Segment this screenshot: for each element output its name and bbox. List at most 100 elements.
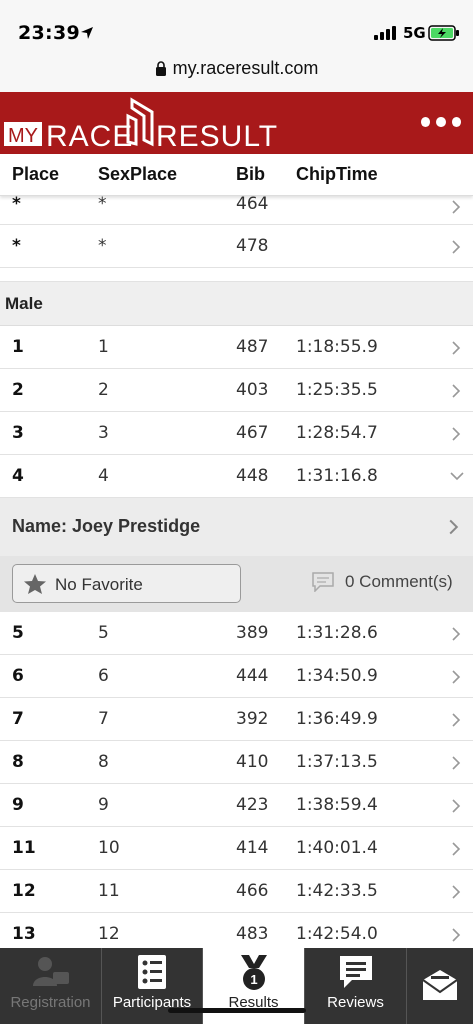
svg-text:RACE: RACE — [46, 120, 133, 152]
chevron-right-icon — [452, 799, 461, 813]
row-sexplace: 1 — [98, 337, 109, 357]
row-sexplace: 9 — [98, 795, 109, 815]
chevron-right-icon — [452, 427, 461, 441]
star-icon — [24, 574, 46, 594]
comment-icon[interactable] — [312, 572, 334, 592]
battery-charging-icon — [428, 25, 459, 41]
row-sexplace: 4 — [98, 466, 109, 486]
svg-text:1: 1 — [250, 972, 257, 987]
chevron-right-icon — [452, 200, 461, 214]
col-place[interactable]: Place — [12, 164, 59, 185]
col-chiptime[interactable]: ChipTime — [296, 164, 378, 185]
location-arrow-icon — [81, 27, 93, 39]
group-header-male: Male — [0, 282, 473, 326]
row-bib: 487 — [236, 337, 269, 357]
row-chiptime: 1:38:59.4 — [296, 795, 378, 815]
svg-text:RESULT: RESULT — [156, 120, 278, 152]
registration-icon — [32, 957, 69, 986]
chevron-right-icon — [452, 341, 461, 355]
row-chiptime: 1:31:16.8 — [296, 466, 378, 486]
comments-count[interactable]: 0 Comment(s) — [345, 572, 453, 592]
row-bib: 423 — [236, 795, 269, 815]
url-bar[interactable]: my.raceresult.com — [0, 52, 473, 92]
row-place: 11 — [12, 838, 36, 858]
row-sexplace: 8 — [98, 752, 109, 772]
row-chiptime: 1:40:01.4 — [296, 838, 378, 858]
participant-actions: No Favorite 0 Comment(s) — [0, 556, 473, 612]
row-place: * — [12, 194, 21, 214]
col-sexplace[interactable]: SexPlace — [98, 164, 177, 185]
tab-registration[interactable]: Registration — [0, 948, 102, 1024]
row-bib: 466 — [236, 881, 269, 901]
table-row[interactable]: * * 464 — [0, 194, 473, 225]
participants-icon — [138, 955, 166, 989]
row-bib: 414 — [236, 838, 269, 858]
row-chiptime: 1:28:54.7 — [296, 423, 378, 443]
table-row[interactable]: 8 8 410 1:37:13.5 — [0, 741, 473, 784]
network-type: 5G — [403, 24, 426, 42]
row-sexplace: 11 — [98, 881, 120, 901]
row-sexplace: 7 — [98, 709, 109, 729]
table-row[interactable]: 9 9 423 1:38:59.4 — [0, 784, 473, 827]
row-chiptime: 1:42:33.5 — [296, 881, 378, 901]
table-row[interactable]: 1 1 487 1:18:55.9 — [0, 326, 473, 369]
mail-icon — [422, 970, 458, 1000]
brand-header: MY RACE RESULT — [0, 92, 473, 154]
row-sexplace: * — [98, 236, 107, 256]
participant-name: Name: Joey Prestidge — [12, 516, 201, 536]
table-row[interactable]: * * 478 — [0, 225, 473, 268]
row-bib: 448 — [236, 466, 269, 486]
row-bib: 483 — [236, 924, 269, 944]
row-sexplace: 3 — [98, 423, 109, 443]
row-place: 9 — [12, 795, 24, 815]
row-bib: 389 — [236, 623, 269, 643]
status-bar: 23:39 5G — [0, 0, 473, 52]
row-chiptime: 1:36:49.9 — [296, 709, 378, 729]
group-spacer — [0, 268, 473, 282]
row-place: 13 — [12, 924, 36, 944]
row-sexplace: 5 — [98, 623, 109, 643]
row-bib: 403 — [236, 380, 269, 400]
table-row[interactable]: 2 2 403 1:25:35.5 — [0, 369, 473, 412]
chevron-right-icon — [452, 240, 461, 254]
row-chiptime: 1:34:50.9 — [296, 666, 378, 686]
row-place: 7 — [12, 709, 24, 729]
chevron-right-icon — [452, 713, 461, 727]
col-bib[interactable]: Bib — [236, 164, 265, 185]
row-bib: 467 — [236, 423, 269, 443]
table-row[interactable]: 5 5 389 1:31:28.6 — [0, 612, 473, 655]
row-chiptime: 1:18:55.9 — [296, 337, 378, 357]
race-result-logo[interactable]: MY RACE RESULT — [4, 94, 284, 152]
logo-my-text: MY — [8, 125, 38, 147]
signal-icon — [374, 26, 396, 40]
table-row[interactable]: 4 4 448 1:31:16.8 — [0, 455, 473, 498]
participant-name-row[interactable]: Name: Joey Prestidge — [0, 498, 473, 556]
row-bib: 444 — [236, 666, 269, 686]
table-row[interactable]: 11 10 414 1:40:01.4 — [0, 827, 473, 870]
lock-icon — [155, 61, 166, 76]
row-place: * — [12, 236, 21, 256]
row-place: 3 — [12, 423, 24, 443]
row-place: 6 — [12, 666, 24, 686]
table-row[interactable]: 7 7 392 1:36:49.9 — [0, 698, 473, 741]
chevron-right-icon — [449, 519, 459, 535]
chevron-right-icon — [452, 842, 461, 856]
tab-reviews[interactable]: Reviews — [305, 948, 407, 1024]
row-sexplace: 12 — [98, 924, 120, 944]
results-list: * * 464 * * 478 Male 1 1 487 1:18:55.9 2 2 403… — [0, 194, 473, 956]
more-menu-icon[interactable] — [421, 112, 461, 132]
table-row[interactable]: 12 11 466 1:42:33.5 — [0, 870, 473, 913]
tab-label: Reviews — [327, 994, 384, 1011]
favorite-button[interactable]: No Favorite — [12, 564, 241, 603]
table-row[interactable]: 3 3 467 1:28:54.7 — [0, 412, 473, 455]
row-place: 8 — [12, 752, 24, 772]
table-row[interactable]: 6 6 444 1:34:50.9 — [0, 655, 473, 698]
row-place: 1 — [12, 337, 24, 357]
tab-mail[interactable] — [407, 948, 473, 1024]
row-sexplace: 2 — [98, 380, 109, 400]
home-indicator[interactable] — [168, 1008, 306, 1013]
row-chiptime: 1:31:28.6 — [296, 623, 378, 643]
row-bib: 478 — [236, 236, 269, 256]
results-column-header: Place SexPlace Bib ChipTime — [0, 154, 473, 196]
chevron-right-icon — [452, 384, 461, 398]
